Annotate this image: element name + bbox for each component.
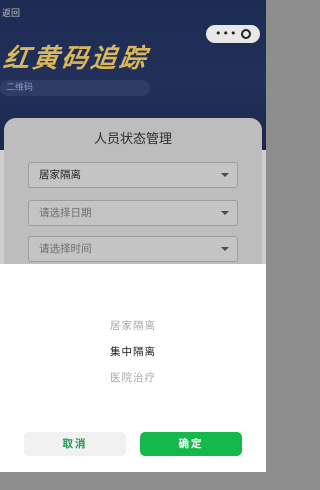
page-title: 红黄码追踪 <box>1 44 151 74</box>
header-subtitle: 二维码 <box>0 80 150 96</box>
chevron-down-icon <box>221 173 229 177</box>
date-select[interactable]: 请选择日期 <box>28 200 238 226</box>
picker-option-selected[interactable]: 集中隔离 <box>0 344 266 359</box>
confirm-button[interactable]: 确定 <box>140 432 242 456</box>
time-select[interactable]: 请选择时间 <box>28 236 238 262</box>
picker-option[interactable]: 医院治疗 <box>0 370 266 385</box>
mini-program-capsule[interactable]: ••• <box>206 25 260 43</box>
picker-sheet: 居家隔离 集中隔离 医院治疗 取消 确定 <box>0 264 266 472</box>
date-select-placeholder: 请选择日期 <box>39 207 92 219</box>
bottom-overlay <box>0 472 266 490</box>
chevron-down-icon <box>221 211 229 215</box>
status-dialog: 人员状态管理 居家隔离 请选择日期 请选择时间 <box>4 118 262 268</box>
close-ring-icon[interactable] <box>241 29 251 39</box>
status-select-value: 居家隔离 <box>39 169 81 181</box>
back-link[interactable]: 返回 <box>2 6 20 19</box>
dialog-title: 人员状态管理 <box>93 132 172 147</box>
status-select[interactable]: 居家隔离 <box>28 162 238 188</box>
cancel-button[interactable]: 取消 <box>24 432 126 456</box>
more-dots-icon[interactable]: ••• <box>215 25 237 43</box>
time-select-placeholder: 请选择时间 <box>39 243 92 255</box>
chevron-down-icon <box>221 247 229 251</box>
picker-option[interactable]: 居家隔离 <box>0 318 266 333</box>
